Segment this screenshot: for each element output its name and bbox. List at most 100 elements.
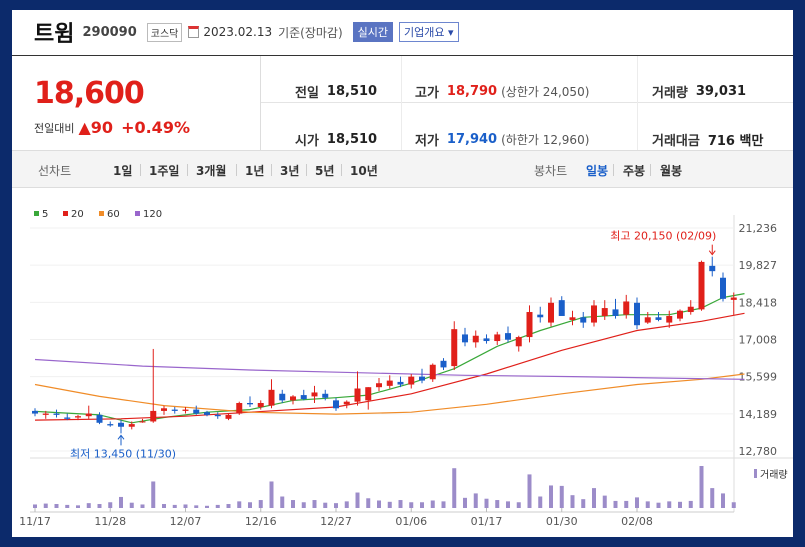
volume-bar bbox=[151, 481, 156, 508]
legend-swatch bbox=[99, 211, 104, 216]
y-tick-label: 14,189 bbox=[739, 408, 778, 421]
x-tick-label: 01/30 bbox=[546, 515, 578, 528]
volume-bar bbox=[635, 497, 639, 508]
candle-body bbox=[128, 424, 135, 427]
candle-body bbox=[462, 334, 468, 343]
candle-body bbox=[204, 412, 210, 415]
volume-bar bbox=[570, 495, 575, 508]
volume-legend-label: 거래량 bbox=[760, 469, 788, 481]
candle-body bbox=[386, 380, 393, 386]
candle-body bbox=[526, 312, 533, 338]
min-price-label: 최저 13,450 (11/30) bbox=[70, 447, 176, 460]
candle-body bbox=[580, 317, 587, 323]
volume-bar bbox=[183, 504, 188, 508]
volume-bar bbox=[215, 504, 220, 508]
candle-body bbox=[494, 334, 501, 342]
candle-body bbox=[85, 413, 92, 417]
candle-body bbox=[139, 421, 146, 423]
legend-label: 20 bbox=[71, 209, 84, 220]
volume-bar bbox=[323, 502, 328, 508]
volume-bar bbox=[420, 502, 424, 508]
candle-body bbox=[53, 413, 60, 415]
volume-bar bbox=[527, 474, 532, 508]
volume-bar bbox=[86, 503, 91, 508]
candle-body bbox=[333, 400, 339, 409]
x-tick-label: 11/28 bbox=[94, 515, 126, 528]
legend-swatch bbox=[34, 211, 39, 216]
volume-bar bbox=[387, 501, 392, 508]
y-tick-label: 21,236 bbox=[739, 222, 778, 235]
volume-bar bbox=[65, 504, 70, 508]
x-tick-label: 01/17 bbox=[471, 515, 503, 528]
volume-bar bbox=[291, 500, 295, 508]
volume-bar bbox=[301, 502, 306, 508]
volume-bar bbox=[559, 485, 564, 508]
x-tick-label: 11/17 bbox=[19, 515, 51, 528]
candle-body bbox=[397, 381, 404, 385]
volume-bar bbox=[516, 502, 521, 508]
candle-body bbox=[644, 317, 651, 323]
volume-bar bbox=[678, 501, 682, 508]
ma-line-20 bbox=[34, 312, 745, 421]
candle-body bbox=[300, 395, 307, 400]
volume-bar bbox=[538, 496, 543, 508]
candle-body bbox=[279, 393, 286, 401]
volume-bar bbox=[76, 505, 80, 508]
candle-body bbox=[75, 416, 81, 418]
candle-body bbox=[451, 329, 458, 367]
candle-body bbox=[655, 317, 662, 320]
candle-body bbox=[548, 302, 554, 323]
candle-body bbox=[558, 300, 565, 316]
volume-legend-swatch bbox=[754, 469, 757, 478]
candle-body bbox=[268, 389, 275, 406]
candle-body bbox=[161, 408, 167, 411]
volume-bar bbox=[710, 488, 715, 508]
volume-bar bbox=[172, 504, 177, 508]
candle-body bbox=[612, 309, 619, 316]
volume-bar bbox=[205, 505, 209, 508]
volume-bar bbox=[334, 503, 338, 508]
candle-body bbox=[537, 314, 544, 318]
candle-body bbox=[96, 414, 103, 423]
volume-bar bbox=[269, 481, 274, 508]
candle-body bbox=[365, 387, 372, 401]
x-tick-label: 12/16 bbox=[245, 515, 277, 528]
x-tick-label: 02/08 bbox=[621, 515, 653, 528]
volume-bar bbox=[441, 501, 446, 508]
volume-bar bbox=[280, 496, 285, 508]
volume-bar bbox=[430, 500, 435, 508]
candle-body bbox=[666, 315, 673, 323]
candle-body bbox=[193, 409, 200, 414]
volume-bar bbox=[592, 488, 596, 508]
volume-bar bbox=[581, 499, 586, 508]
candle-body bbox=[376, 383, 382, 388]
volume-bar bbox=[667, 501, 672, 508]
legend-label: 5 bbox=[42, 209, 48, 220]
volume-bar bbox=[248, 502, 252, 508]
candle-body bbox=[150, 410, 157, 422]
legend-label: 60 bbox=[107, 209, 120, 220]
candle-body bbox=[182, 409, 189, 411]
x-tick-label: 12/07 bbox=[170, 515, 202, 528]
volume-bar bbox=[721, 493, 725, 508]
candle-body bbox=[429, 364, 436, 380]
volume-bar bbox=[602, 495, 607, 508]
volume-bar bbox=[108, 502, 113, 508]
volume-bar bbox=[624, 500, 629, 508]
volume-bar bbox=[452, 468, 457, 508]
volume-bar bbox=[43, 503, 48, 508]
volume-bar bbox=[398, 500, 403, 508]
volume-bar bbox=[226, 504, 231, 508]
volume-bar bbox=[129, 502, 134, 508]
volume-bar bbox=[506, 501, 510, 508]
price-chart[interactable]: 5 20 60 120 21,236 19,827 18,418 17,008 15,599 14… bbox=[12, 10, 793, 537]
volume-bar bbox=[495, 500, 500, 508]
candle-body bbox=[601, 308, 608, 316]
candle-body bbox=[257, 403, 264, 407]
volume-bar bbox=[656, 502, 661, 508]
y-tick-label: 15,599 bbox=[739, 371, 778, 384]
y-tick-label: 18,418 bbox=[739, 296, 778, 309]
candle-body bbox=[720, 277, 726, 299]
candle-body bbox=[634, 302, 640, 326]
volume-bar bbox=[194, 505, 199, 508]
